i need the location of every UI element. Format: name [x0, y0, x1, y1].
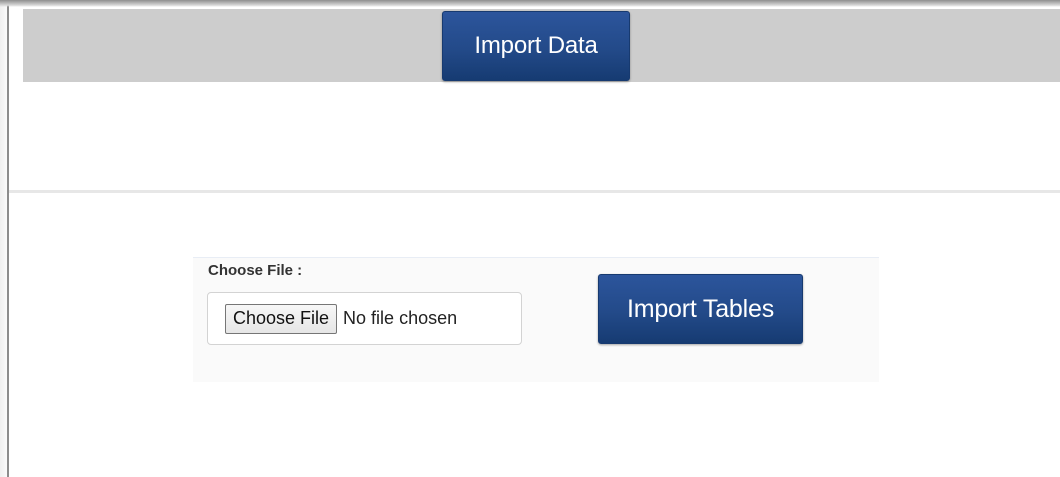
file-picker[interactable]: Choose File No file chosen: [207, 292, 522, 345]
top-window-shadow: [0, 0, 1060, 7]
choose-file-button[interactable]: Choose File: [225, 303, 338, 334]
left-window-border: [7, 0, 9, 477]
file-status-text: No file chosen: [343, 308, 458, 328]
choose-file-label: Choose File :: [208, 262, 303, 279]
section-divider: [9, 190, 1060, 193]
import-data-button[interactable]: Import Data: [442, 11, 630, 81]
import-page: Import Data Choose File : Choose File No…: [0, 0, 1060, 477]
import-tables-button[interactable]: Import Tables: [598, 274, 803, 344]
